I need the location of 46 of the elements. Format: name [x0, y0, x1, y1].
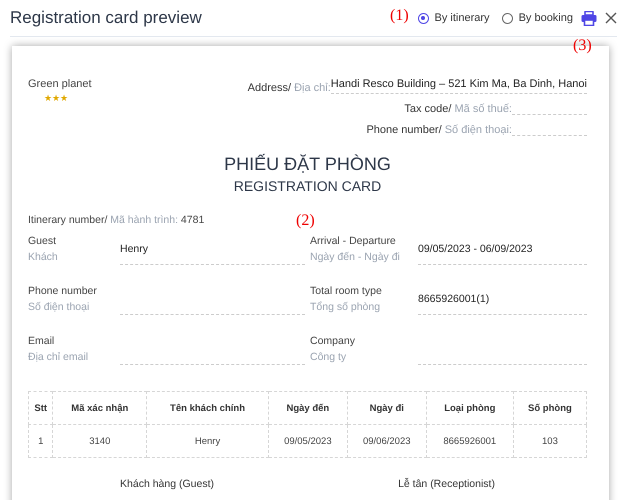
signature-label: Lễ tân (Receptionist): [398, 478, 495, 490]
column-header: Stt: [28, 392, 53, 424]
column-header: Số phòng: [513, 392, 586, 424]
window-title: Registration card preview: [10, 8, 202, 28]
radio-option[interactable]: By booking: [502, 12, 573, 24]
print-button[interactable]: [581, 10, 597, 26]
callout-number: (3): [573, 37, 592, 55]
field-label: Company Công ty: [310, 334, 356, 365]
field-label: Guest Khách: [28, 234, 59, 265]
table-cell: 09/05/2023: [268, 424, 348, 458]
field-label: Arrival - Departure Ngày đến - Ngày đi: [310, 234, 401, 265]
document-title: PHIẾU ĐẶT PHÒNG: [223, 154, 392, 175]
close-icon: [605, 12, 617, 24]
signature-label: Khách hàng (Guest): [120, 478, 214, 490]
field-value: Henry: [120, 233, 305, 265]
field-label: Phone number Số điện thoại: [28, 284, 98, 315]
hotel-name: Green planet: [28, 78, 92, 90]
column-header: Ngày đi: [347, 392, 426, 424]
radio-button[interactable]: [418, 12, 429, 24]
star-rating: ★★★: [44, 93, 69, 103]
itinerary-number: Itinerary number/ Mã hành trình: 4781: [28, 214, 204, 226]
field-value: 09/05/2023 - 06/09/2023: [418, 233, 587, 265]
column-header: Tên khách chính: [146, 392, 268, 424]
field-value: 8665926001(1): [418, 283, 587, 315]
field-label: Total room type Tổng số phòng: [310, 284, 383, 315]
column-header: Mã xác nhận: [52, 392, 147, 424]
radio-button[interactable]: [502, 12, 513, 24]
callout-number: (2): [296, 212, 315, 230]
field-label: Address/ Địa chỉ:: [248, 82, 331, 94]
table-cell: 1: [28, 424, 53, 458]
close-button[interactable]: [605, 12, 617, 24]
table-cell: 09/06/2023: [347, 424, 426, 458]
printer-icon: [581, 10, 597, 26]
radio-option[interactable]: By itinerary: [418, 12, 490, 24]
column-header: Loại phòng: [426, 392, 514, 424]
column-header: Ngày đến: [268, 392, 348, 424]
field-label: Tax code/ Mã số thuế:: [404, 103, 512, 115]
table-cell: 8665926001: [426, 424, 514, 458]
table-cell: 103: [513, 424, 586, 458]
document-subtitle: REGISTRATION CARD: [232, 178, 382, 194]
callout-number: (1): [390, 7, 409, 25]
table-cell: 3140: [52, 424, 147, 458]
field-label: Phone number/ Số điện thoại:: [366, 124, 512, 136]
table-cell: Henry: [146, 424, 268, 458]
field-label: Email Địa chỉ email: [28, 334, 90, 365]
field-value: Handi Resco Building – 521 Kim Ma, Ba Dinh, Hanoi: [330, 78, 587, 94]
